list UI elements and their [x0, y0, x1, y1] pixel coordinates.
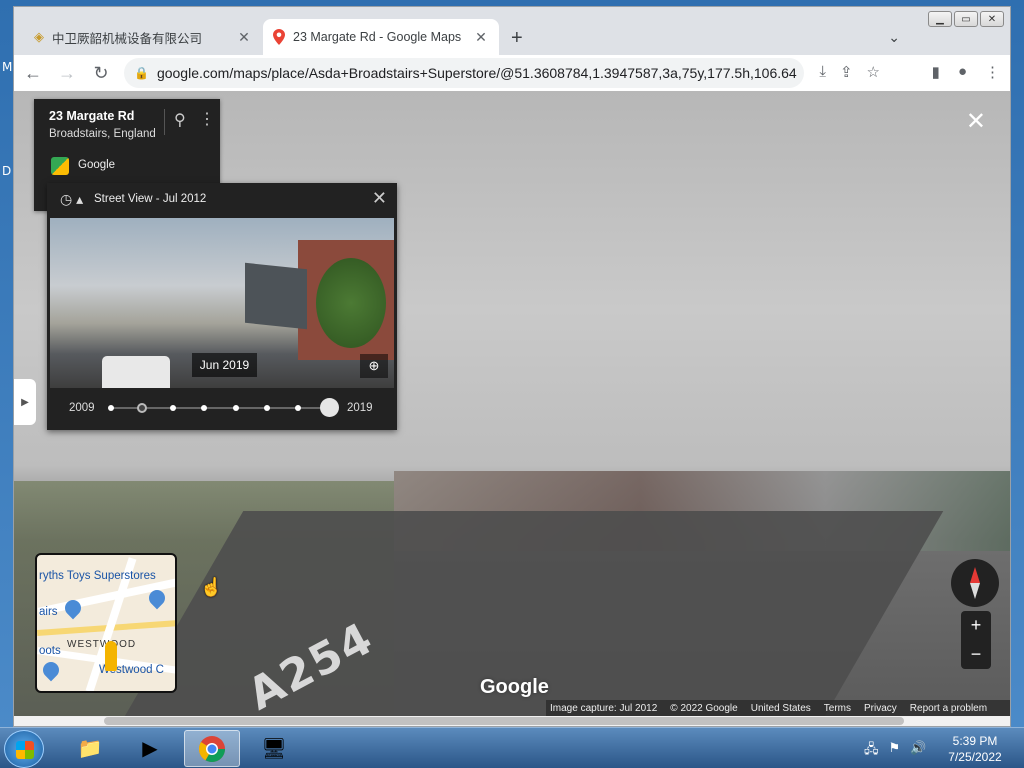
- clock-date: 7/25/2022: [948, 750, 1002, 764]
- omnibox-actions: ⤓ ⇪ ☆: [819, 63, 880, 81]
- close-street-view-icon[interactable]: ✕: [966, 107, 986, 136]
- thumbnail-billboard: [245, 262, 307, 330]
- company-favicon-icon: ◈: [34, 29, 44, 44]
- start-button[interactable]: [4, 730, 44, 768]
- system-tray: 🖧 ⚑ 🔊: [864, 740, 926, 762]
- browser-window: ▁ ▭ ✕ ◈ 中卫厥韶机械设备有限公司 ✕ 23 Margate Rd - G…: [13, 6, 1011, 727]
- report-problem-link[interactable]: Report a problem: [910, 703, 987, 714]
- privacy-link[interactable]: Privacy: [864, 703, 897, 714]
- map-pin-icon[interactable]: ⚲: [174, 110, 186, 130]
- map-footer: Image capture: Jul 2012 © 2022 Google Un…: [546, 700, 1010, 716]
- reload-icon[interactable]: ↻: [86, 58, 116, 88]
- media-player-icon[interactable]: ▶: [122, 730, 178, 767]
- profile-avatar-icon[interactable]: ●: [958, 63, 967, 81]
- side-panel-icon[interactable]: ▮: [932, 63, 940, 81]
- tab-title: 23 Margate Rd - Google Maps: [293, 30, 462, 44]
- timeline-point[interactable]: [263, 405, 270, 411]
- timeline-start-year: 2009: [69, 402, 95, 414]
- tab-close-icon[interactable]: ✕: [473, 29, 489, 46]
- chrome-taskbar-icon[interactable]: [184, 730, 240, 767]
- tab-company[interactable]: ◈ 中卫厥韶机械设备有限公司 ✕: [24, 19, 262, 55]
- close-icon[interactable]: ✕: [372, 188, 387, 209]
- timeline-point[interactable]: [201, 405, 208, 411]
- google-watermark: Google: [480, 676, 549, 698]
- timeline-point[interactable]: [137, 403, 148, 413]
- google-maps-logo-icon: [51, 157, 69, 175]
- taskbar-clock[interactable]: 5:39 PM 7/25/2022: [940, 733, 1010, 765]
- minimap-label: ryths Toys Superstores: [39, 570, 156, 582]
- street-view-viewport[interactable]: A254 23 Margate Rd Broadstairs, England …: [14, 91, 1010, 716]
- install-icon[interactable]: ⤓: [819, 63, 826, 81]
- thumbnail-van: [102, 356, 170, 388]
- zoom-in-magnifier-icon[interactable]: ⊕: [360, 354, 388, 378]
- menu-kebab-icon[interactable]: ⋮: [985, 63, 1000, 81]
- pegman-icon[interactable]: [105, 641, 117, 671]
- shopping-bag-pin-icon[interactable]: [39, 658, 63, 682]
- compass-north-needle: [970, 567, 980, 583]
- url-text[interactable]: google.com/maps/place/Asda+Broadstairs+S…: [157, 65, 797, 81]
- browser-toolbar: ← → ↻ 🔒 google.com/maps/place/Asda+Broad…: [14, 55, 1010, 91]
- file-explorer-icon[interactable]: 📁: [62, 730, 118, 767]
- lock-icon: 🔒: [134, 66, 149, 80]
- timeline-slider-knob[interactable]: [320, 398, 339, 417]
- tab-search-chevron-icon[interactable]: ⌄: [888, 29, 900, 46]
- minimap-label: WESTWOOD: [67, 639, 137, 650]
- chrome-icon: [198, 735, 226, 762]
- timeline-point[interactable]: [232, 405, 239, 411]
- windows-logo-icon: [16, 741, 34, 759]
- taskbar: 📁 ▶ 🖥 🖧 ⚑ 🔊 5:39 PM 7/25/2022: [0, 727, 1024, 768]
- history-clock-icon[interactable]: ◷ ▴: [60, 191, 83, 208]
- horizontal-scrollbar[interactable]: [14, 716, 1010, 726]
- location-title: 23 Margate Rd: [49, 109, 135, 123]
- minimap[interactable]: ryths Toys Superstores airs WESTWOOD oot…: [35, 553, 177, 693]
- timeline-point[interactable]: [108, 405, 114, 411]
- tab-strip: ◈ 中卫厥韶机械设备有限公司 ✕ 23 Margate Rd - Google …: [14, 19, 1010, 55]
- volume-icon[interactable]: 🔊: [910, 740, 926, 762]
- expand-side-panel-button[interactable]: ▶: [14, 379, 36, 425]
- minimap-label: oots: [39, 645, 61, 657]
- location-subtitle: Broadstairs, England: [49, 128, 156, 140]
- clock-time: 5:39 PM: [952, 734, 998, 748]
- thumbnail-tree: [316, 258, 386, 348]
- timeline-point[interactable]: [170, 405, 177, 411]
- compass-south-needle: [970, 583, 980, 599]
- toolbar-right: ▮ ● ⋮: [932, 63, 1000, 81]
- desktop-icon-label[interactable]: M: [2, 60, 12, 74]
- tab-close-icon[interactable]: ✕: [236, 29, 252, 46]
- street-view-date-heading: Street View - Jul 2012: [94, 193, 207, 205]
- new-tab-button[interactable]: +: [511, 27, 523, 50]
- hand-cursor-icon: ☝: [200, 577, 223, 597]
- address-bar[interactable]: 🔒 google.com/maps/place/Asda+Broadstairs…: [124, 58, 804, 88]
- scrollbar-thumb[interactable]: [104, 717, 904, 725]
- tab-title: 中卫厥韶机械设备有限公司: [52, 31, 203, 46]
- share-icon[interactable]: ⇪: [840, 63, 853, 81]
- copyright-text: © 2022 Google: [670, 702, 738, 714]
- card-divider: [164, 109, 165, 135]
- zoom-controls: + −: [961, 611, 991, 669]
- more-options-icon[interactable]: ⋮: [199, 109, 215, 129]
- desktop-icon-label[interactable]: D: [2, 164, 11, 178]
- region-link[interactable]: United States: [751, 703, 811, 714]
- compass-icon[interactable]: [951, 559, 999, 607]
- tab-google-maps[interactable]: 23 Margate Rd - Google Maps ✕: [263, 19, 499, 55]
- zoom-in-button[interactable]: +: [961, 611, 991, 640]
- terms-link[interactable]: Terms: [824, 703, 851, 714]
- back-arrow-icon[interactable]: ←: [18, 58, 48, 88]
- timeline-point[interactable]: [294, 405, 301, 411]
- remote-desktop-icon[interactable]: 🖥: [246, 730, 302, 767]
- maps-pin-favicon-icon: [273, 29, 285, 45]
- bookmark-star-icon[interactable]: ☆: [867, 63, 880, 81]
- timeline-end-year: 2019: [347, 402, 373, 414]
- brand-label: Google: [78, 159, 116, 171]
- image-capture-date: Image capture: Jul 2012: [550, 702, 658, 714]
- thumbnail-date-label: Jun 2019: [192, 353, 257, 377]
- street-view-history-panel: ◷ ▴ Street View - Jul 2012 ✕ Jun 2019 ⊕ …: [47, 183, 397, 430]
- action-center-flag-icon[interactable]: ⚑: [889, 740, 901, 762]
- zoom-out-button[interactable]: −: [961, 640, 991, 669]
- network-icon[interactable]: 🖧: [864, 740, 879, 762]
- street-view-thumbnail[interactable]: Jun 2019 ⊕: [50, 218, 394, 388]
- minimap-label: airs: [39, 606, 58, 618]
- forward-arrow-icon[interactable]: →: [52, 58, 82, 88]
